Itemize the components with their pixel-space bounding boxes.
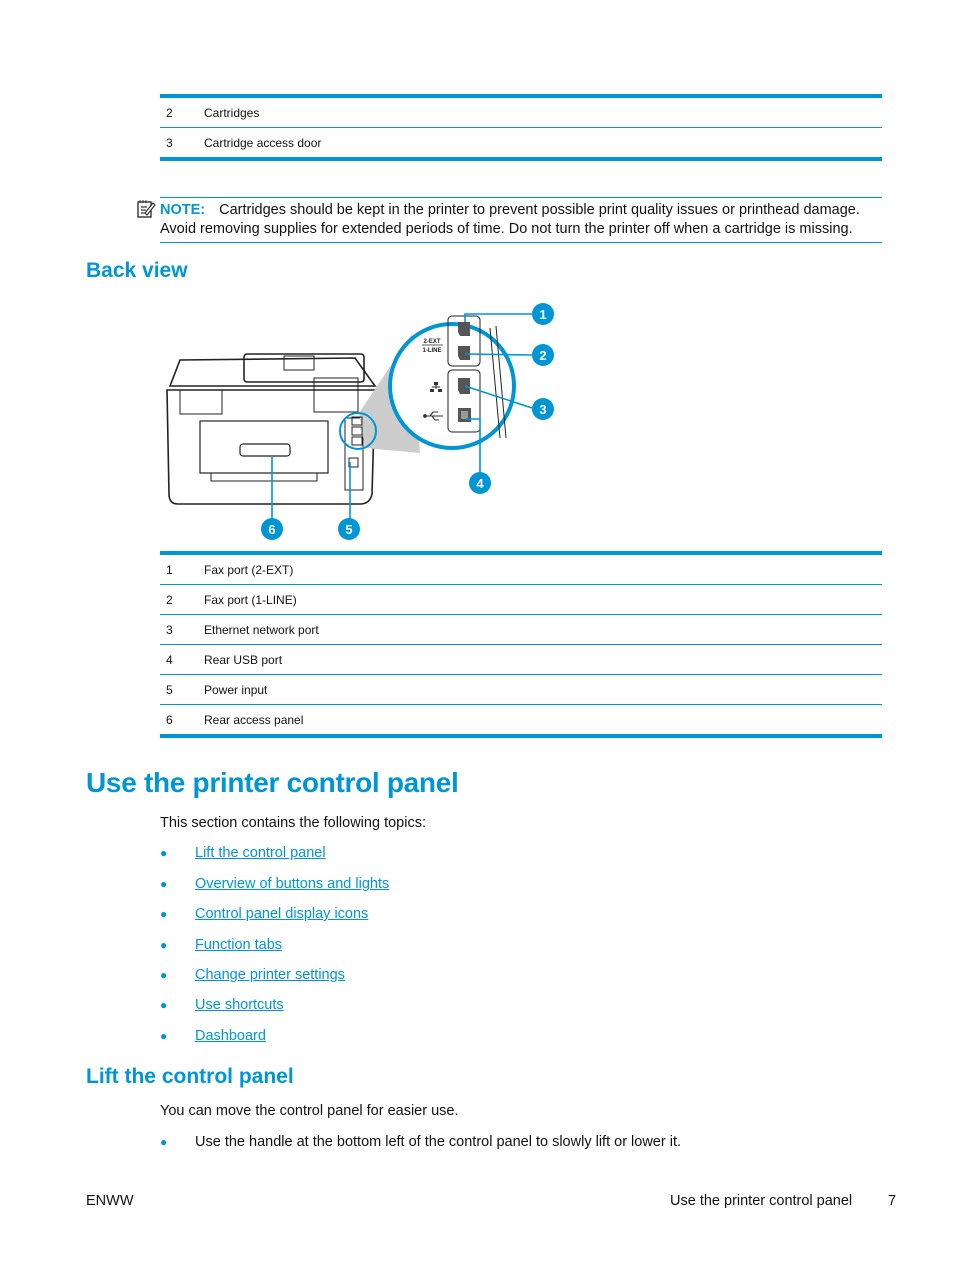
row-label: Ethernet network port bbox=[204, 622, 319, 637]
svg-text:1: 1 bbox=[539, 307, 546, 322]
footer-section: Use the printer control panel bbox=[670, 1193, 853, 1209]
note-icon bbox=[136, 199, 156, 224]
table-bottom-rule bbox=[160, 157, 882, 161]
row-number: 2 bbox=[166, 592, 173, 607]
callout-4: 4 bbox=[469, 472, 491, 494]
svg-text:3: 3 bbox=[539, 402, 546, 417]
topic-link[interactable]: Control panel display icons bbox=[195, 906, 368, 922]
footer-left: ENWW bbox=[86, 1193, 134, 1209]
svg-text:2: 2 bbox=[539, 348, 546, 363]
row-label: Rear access panel bbox=[204, 712, 304, 727]
table-row: 4 Rear USB port bbox=[160, 645, 882, 675]
port-label-line: 1-LINE bbox=[422, 348, 441, 354]
lift-bullet-item: ● Use the handle at the bottom left of th… bbox=[160, 1134, 681, 1150]
lift-heading: Lift the control panel bbox=[86, 1065, 294, 1088]
row-number: 1 bbox=[166, 562, 173, 577]
bullet-icon: ● bbox=[160, 1135, 168, 1149]
topic-link[interactable]: Lift the control panel bbox=[195, 845, 326, 861]
note-box: NOTE: Cartridges should be kept in the pr… bbox=[160, 197, 882, 243]
callout-3: 3 bbox=[532, 398, 554, 420]
topic-link[interactable]: Change printer settings bbox=[195, 967, 345, 983]
row-number: 3 bbox=[166, 135, 173, 150]
topic-list-item: ● Dashboard bbox=[160, 1028, 266, 1044]
table-bottom-rule bbox=[160, 734, 882, 738]
parts-table-continued: 2 Cartridges 3 Cartridge access door bbox=[160, 94, 882, 161]
table-row: 6 Rear access panel bbox=[160, 705, 882, 734]
bullet-icon: ● bbox=[160, 877, 168, 891]
topic-list-item: ● Change printer settings bbox=[160, 967, 345, 983]
note-text: Cartridges should be kept in the printer… bbox=[160, 202, 860, 237]
row-number: 4 bbox=[166, 652, 173, 667]
row-number: 3 bbox=[166, 622, 173, 637]
topic-link[interactable]: Overview of buttons and lights bbox=[195, 876, 389, 892]
bullet-icon: ● bbox=[160, 938, 168, 952]
topic-list-item: ● Function tabs bbox=[160, 937, 282, 953]
printer-illustration bbox=[166, 353, 377, 505]
topic-link[interactable]: Function tabs bbox=[195, 937, 282, 953]
port-label-ext: 2-EXT bbox=[423, 339, 440, 345]
row-number: 5 bbox=[166, 682, 173, 697]
page-number: 7 bbox=[888, 1193, 897, 1209]
row-label: Fax port (2-EXT) bbox=[204, 562, 294, 577]
topics-intro: This section contains the following topi… bbox=[160, 815, 426, 831]
svg-text:4: 4 bbox=[476, 476, 484, 491]
row-label: Cartridges bbox=[204, 105, 260, 120]
callout-6: 6 bbox=[261, 518, 283, 540]
callout-2: 2 bbox=[532, 344, 554, 366]
callout-1: 1 bbox=[532, 303, 554, 325]
control-panel-heading: Use the printer control panel bbox=[86, 767, 459, 798]
svg-text:5: 5 bbox=[345, 522, 352, 537]
table-row: 5 Power input bbox=[160, 675, 882, 705]
bullet-icon: ● bbox=[160, 968, 168, 982]
printer-back-view-figure: 2-EXT 1-LINE 1 2 3 4 5 6 bbox=[160, 298, 580, 553]
bullet-icon: ● bbox=[160, 998, 168, 1012]
row-number: 6 bbox=[166, 712, 173, 727]
table-row: 1 Fax port (2-EXT) bbox=[160, 555, 882, 585]
table-row: 2 Fax port (1-LINE) bbox=[160, 585, 882, 615]
svg-text:6: 6 bbox=[268, 522, 275, 537]
row-label: Power input bbox=[204, 682, 268, 697]
note-label: NOTE: bbox=[160, 202, 206, 218]
back-view-heading: Back view bbox=[86, 259, 188, 282]
bullet-icon: ● bbox=[160, 846, 168, 860]
row-label: Rear USB port bbox=[204, 652, 283, 667]
row-label: Fax port (1-LINE) bbox=[204, 592, 297, 607]
topic-link[interactable]: Dashboard bbox=[195, 1028, 266, 1044]
table-row: 3 Ethernet network port bbox=[160, 615, 882, 645]
table-row: 2 Cartridges bbox=[160, 98, 882, 128]
topic-list-item: ● Lift the control panel bbox=[160, 845, 326, 861]
bullet-icon: ● bbox=[160, 907, 168, 921]
topic-list-item: ● Use shortcuts bbox=[160, 997, 284, 1013]
bullet-icon: ● bbox=[160, 1029, 168, 1043]
callout-5: 5 bbox=[338, 518, 360, 540]
row-label: Cartridge access door bbox=[204, 135, 322, 150]
table-row: 3 Cartridge access door bbox=[160, 128, 882, 157]
lift-bullet-text: Use the handle at the bottom left of the… bbox=[195, 1134, 682, 1150]
topic-list-item: ● Overview of buttons and lights bbox=[160, 876, 389, 892]
lift-intro: You can move the control panel for easie… bbox=[160, 1103, 459, 1119]
topic-link[interactable]: Use shortcuts bbox=[195, 997, 284, 1013]
topic-list-item: ● Control panel display icons bbox=[160, 906, 368, 922]
back-view-parts-table: 1 Fax port (2-EXT) 2 Fax port (1-LINE) 3 Et… bbox=[160, 551, 882, 738]
row-number: 2 bbox=[166, 105, 173, 120]
